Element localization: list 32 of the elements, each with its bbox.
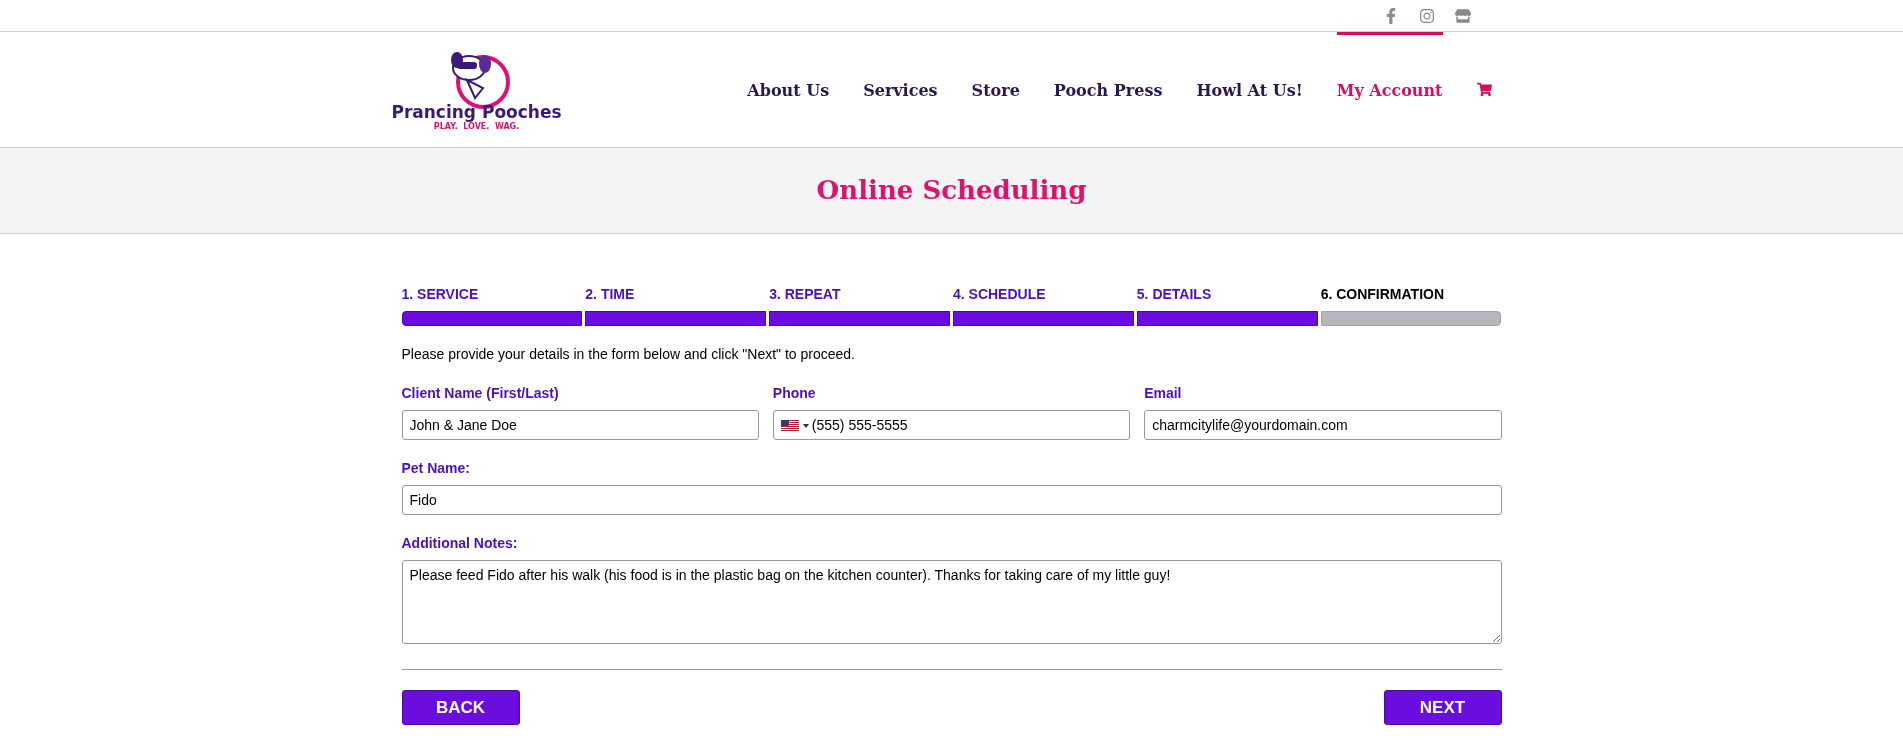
field-label: Pet Name: [401,459,471,478]
flag-icon [780,420,799,431]
step-label: 5. DETAILS [1136,285,1213,304]
page-title: Online Scheduling [816,174,1087,207]
instruction-text: Please provide your details in the form below and click "Next" to proceed. [401,345,856,364]
field-label: Client Name (First/Last) [401,384,560,403]
back-button[interactable]: BACK [401,690,520,725]
nav-link[interactable]: Pooch Press [1053,32,1163,147]
caret-icon[interactable] [802,423,809,428]
nav-link[interactable]: Howl At Us! [1196,32,1303,147]
store-icon[interactable] [1455,7,1471,24]
nav-link[interactable]: Store [971,32,1020,147]
cart-icon[interactable] [1476,82,1492,97]
field-label: Email [1144,384,1183,403]
input-field[interactable]: John & Jane Doe [401,410,759,440]
nav-link[interactable]: About Us [747,32,830,147]
input-field[interactable]: Fido [401,485,1502,515]
field-label: Additional Notes: [401,534,519,553]
phone-field[interactable]: (555) 555-5555 [772,410,1131,440]
step-label: 3. REPEAT [769,285,842,304]
input-field[interactable]: charmcitylife@yourdomain.com [1144,410,1502,440]
logo-name: Prancing Pooches [391,104,562,121]
field-label: Phone [772,384,817,403]
logo-tagline: PLAY. LOVE. WAG. [433,123,520,131]
next-button[interactable]: NEXT [1383,690,1502,725]
step-label: 2. TIME [585,285,636,304]
notes-field[interactable]: Please feed Fido after his walk (his food is in the plastic bag on the kitchen counter). Thanks for taking care of my little guy! [401,560,1502,644]
step-label: 1. SERVICE [401,285,480,304]
nav-link[interactable]: Services [863,32,938,147]
step-label: 6. CONFIRMATION [1320,285,1446,304]
instagram-icon[interactable] [1419,7,1435,24]
step-label: 4. SCHEDULE [953,285,1047,304]
